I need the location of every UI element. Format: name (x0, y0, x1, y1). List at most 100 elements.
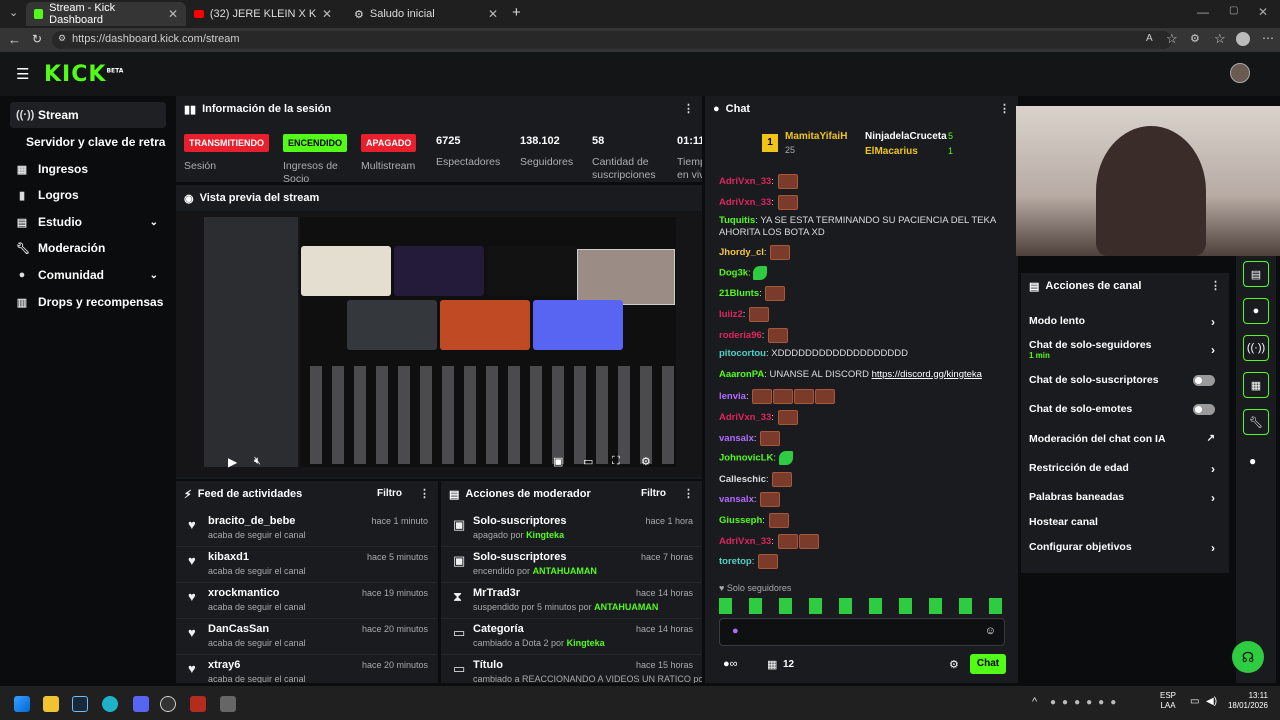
emote-icon[interactable] (777, 194, 798, 210)
chat-username[interactable]: Dog3k (719, 267, 748, 278)
chat-username[interactable]: AdriVxn_33 (719, 412, 771, 423)
favorite-star-icon[interactable]: ☆ (1166, 31, 1178, 47)
volume-icon[interactable]: ◀) (1206, 696, 1217, 707)
moderator-name[interactable]: ANTAHUAMAN (533, 566, 597, 576)
age-restriction-setting[interactable]: Restricción de edad › (1029, 462, 1215, 476)
support-button-icon[interactable]: ☊ (1232, 641, 1264, 673)
gifter-name[interactable]: NinjadelaCruceta (865, 131, 947, 142)
follower-name[interactable]: xrockmantico (208, 587, 280, 599)
green-emote-icon[interactable] (753, 265, 768, 280)
chat-username[interactable]: JohnovicLK (719, 453, 773, 464)
user-avatar[interactable] (1230, 63, 1250, 83)
emotes-only-toggle[interactable] (1193, 404, 1215, 415)
tab-list-chevron-icon[interactable]: ⌄ (9, 6, 18, 19)
extensions-icon[interactable]: ⚙ (1190, 32, 1200, 45)
chat-username[interactable]: AdriVxn_33 (719, 197, 771, 208)
emote-icon[interactable] (777, 174, 798, 189)
sidebar-item-moderacion[interactable]: 🔧︎ Moderación (10, 235, 166, 261)
chat-username[interactable]: luiiz2 (719, 309, 743, 320)
sidebar-item-logros[interactable]: ▮ Logros (10, 182, 166, 208)
stream-video[interactable]: ▶ 🔇︎ ▣ ▭ ⛶ ⚙ (176, 211, 702, 477)
clock[interactable]: 13:11 18/01/2026 (1222, 691, 1268, 711)
discord-icon[interactable] (133, 696, 149, 712)
action-name[interactable]: MrTrad3r (473, 587, 520, 599)
wrench-toggle-icon[interactable]: 🔧︎ (1243, 409, 1269, 435)
emote-icon[interactable] (765, 286, 786, 302)
emote-icon[interactable] (768, 513, 789, 528)
chat-username[interactable]: Calleschic (719, 474, 766, 485)
emote-icon[interactable] (777, 410, 798, 425)
theater-icon[interactable]: ▭ (583, 455, 593, 468)
follower-name[interactable]: kibaxd1 (208, 551, 249, 563)
follower-name[interactable]: bracito_de_bebe (208, 515, 295, 527)
file-explorer-icon[interactable] (43, 696, 59, 712)
emote-icon[interactable] (794, 389, 815, 405)
goals-setting[interactable]: Configurar objetivos › (1029, 541, 1215, 555)
back-icon[interactable]: ← (8, 32, 21, 47)
hamburger-menu-icon[interactable]: ☰ (16, 65, 29, 83)
chat-username[interactable]: toretop (719, 556, 752, 567)
browser-tab-youtube[interactable]: (32) JERE KLEIN X KATTEYES - TOD ✕ (186, 2, 340, 26)
chat-username[interactable]: Tuquitis (719, 215, 755, 226)
emote-icon[interactable] (815, 389, 836, 405)
more-options-icon[interactable]: ⋮ (999, 102, 1010, 115)
broadcast-toggle-icon[interactable]: ((·)) (1243, 335, 1269, 361)
ai-moderation-setting[interactable]: Moderación del chat con IA ↗ (1029, 433, 1215, 445)
favorites-icon[interactable]: ☆ (1214, 31, 1226, 47)
minimize-icon[interactable]: — (1197, 5, 1209, 19)
emote-icon[interactable] (749, 307, 770, 322)
filter-button[interactable]: Filtro (377, 488, 402, 499)
close-tab-icon[interactable]: ✕ (322, 7, 332, 21)
close-tab-icon[interactable]: ✕ (488, 7, 498, 21)
emote-icon[interactable] (777, 533, 798, 549)
close-window-icon[interactable]: ✕ (1258, 5, 1268, 19)
chat-username[interactable]: Jhordy_cl (719, 247, 764, 258)
chat-username[interactable]: AaaronPA (719, 369, 764, 380)
steam-icon[interactable] (72, 696, 88, 712)
emote-icon[interactable] (772, 471, 793, 487)
sidebar-item-server-key[interactable]: Servidor y clave de retransmisión (10, 129, 166, 155)
settings-gear-icon[interactable]: ⚙ (641, 455, 651, 468)
chat-username[interactable]: Giusseph (719, 515, 762, 526)
browser-menu-icon[interactable]: ⋯ (1262, 31, 1274, 45)
moderator-name[interactable]: Kingteka (567, 638, 605, 648)
mute-icon[interactable]: 🔇︎ (254, 455, 261, 468)
calculator-icon[interactable] (220, 696, 236, 712)
profile-avatar[interactable] (1236, 32, 1250, 46)
host-channel-setting[interactable]: Hostear canal (1029, 516, 1215, 528)
edge-icon[interactable] (102, 696, 118, 712)
emote-icon[interactable] (758, 554, 778, 570)
mic-icon[interactable]: ● (732, 625, 739, 637)
emoji-icon[interactable]: ☺ (985, 625, 996, 637)
fullscreen-icon[interactable]: ⛶ (612, 455, 620, 468)
more-options-icon[interactable]: ⋮ (1210, 279, 1221, 292)
chat-username[interactable]: AdriVxn_33 (719, 176, 771, 187)
filter-button[interactable]: Filtro (641, 488, 666, 499)
windows-start-icon[interactable] (14, 696, 30, 712)
read-aloud-icon[interactable]: A (1146, 33, 1153, 44)
sidebar-item-stream[interactable]: ((·)) Stream (10, 102, 166, 128)
emote-icon[interactable] (760, 492, 781, 508)
sidebar-item-estudio[interactable]: ▤ Estudio ⌄ (10, 209, 166, 235)
play-icon[interactable]: ▶ (228, 455, 237, 469)
more-options-icon[interactable]: ⋮ (419, 487, 430, 500)
network-icon[interactable]: ▭ (1190, 696, 1199, 707)
browser-tab-saludo[interactable]: ⚙ Saludo inicial ✕ (346, 2, 506, 26)
add-widget-icon[interactable]: ● (1249, 454, 1256, 468)
chat-toggle-icon[interactable]: ● (1243, 298, 1269, 324)
subscribers-only-toggle[interactable] (1193, 375, 1215, 386)
emote-icon[interactable] (798, 533, 819, 549)
language-indicator[interactable]: ESP LAA (1160, 691, 1176, 711)
emote-icon[interactable] (760, 430, 781, 446)
follower-name[interactable]: xtray6 (208, 659, 240, 671)
restore-icon[interactable]: ▢ (1229, 5, 1238, 16)
chat-link[interactable]: https://discord.gg/kingteka (872, 369, 982, 380)
more-options-icon[interactable]: ⋮ (683, 487, 694, 500)
green-emote-icon[interactable] (778, 451, 793, 466)
sidebar-item-drops[interactable]: ▥ Drops y recompensas (10, 289, 166, 315)
banned-words-setting[interactable]: Palabras baneadas › (1029, 491, 1215, 505)
chat-username[interactable]: AdriVxn_33 (719, 536, 771, 547)
gifter-name[interactable]: MamitaYifaiH (785, 131, 847, 142)
sidebar-item-comunidad[interactable]: ● Comunidad ⌄ (10, 262, 166, 288)
tray-chevron-icon[interactable]: ^ (1032, 696, 1037, 708)
